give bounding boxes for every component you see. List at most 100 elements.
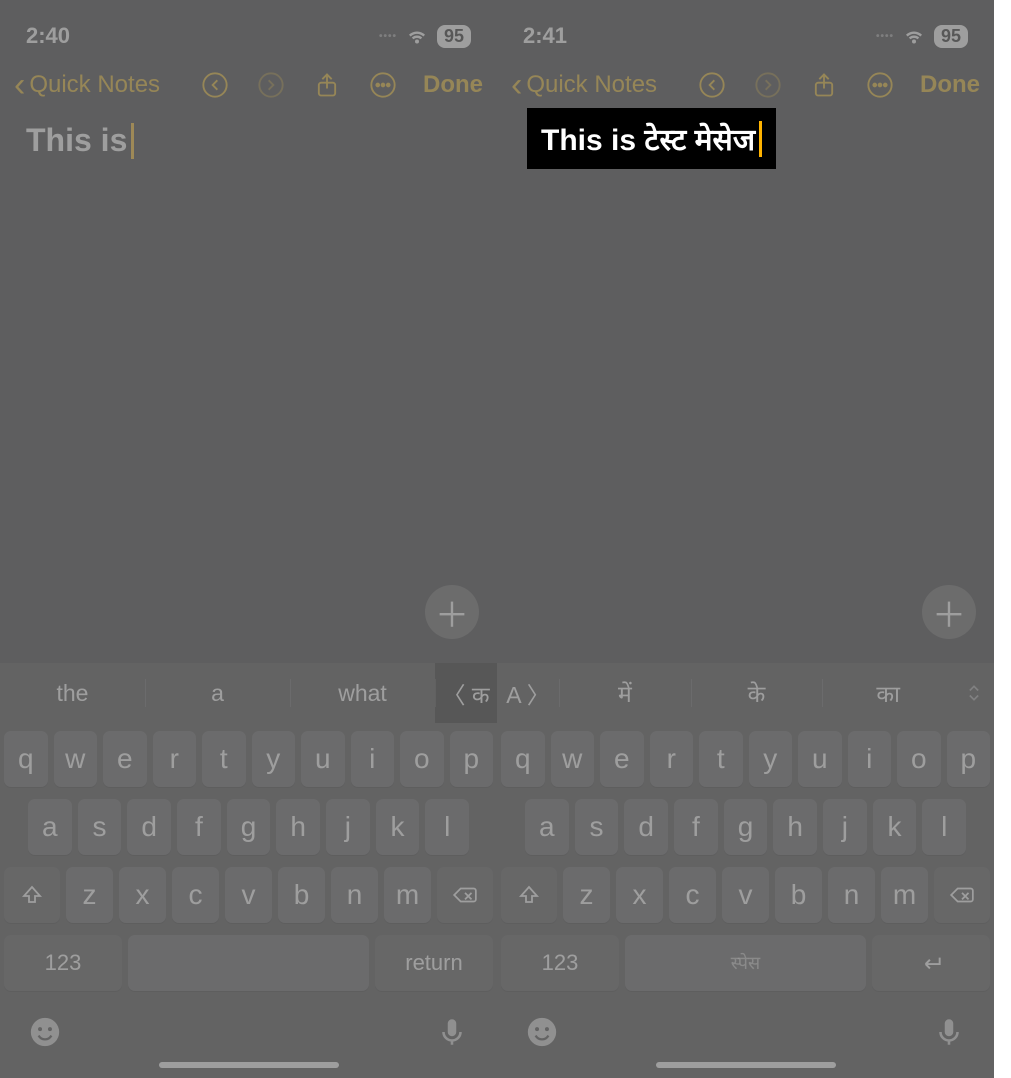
nav-bar: ‹ Quick Notes Done [0, 58, 497, 118]
key-b[interactable]: b [278, 867, 325, 923]
key-y[interactable]: y [749, 731, 793, 787]
key-r[interactable]: r [650, 731, 694, 787]
suggestion[interactable]: का [822, 663, 954, 723]
key-f[interactable]: f [177, 799, 221, 855]
suggestion[interactable]: what [290, 663, 435, 723]
redo-button[interactable] [255, 69, 287, 101]
status-bar: 2:40 •••• 95 [0, 0, 497, 58]
return-key[interactable] [872, 935, 990, 991]
undo-button[interactable] [696, 69, 728, 101]
dictation-button[interactable] [932, 1015, 966, 1054]
backspace-key[interactable] [437, 867, 493, 923]
key-z[interactable]: z [66, 867, 113, 923]
key-t[interactable]: t [202, 731, 246, 787]
note-content[interactable]: ＋ [497, 118, 994, 663]
key-z[interactable]: z [563, 867, 610, 923]
key-d[interactable]: d [127, 799, 171, 855]
backspace-key[interactable] [934, 867, 990, 923]
dictation-button[interactable] [435, 1015, 469, 1054]
key-n[interactable]: n [828, 867, 875, 923]
key-d[interactable]: d [624, 799, 668, 855]
suggestion[interactable]: में [559, 663, 691, 723]
add-button[interactable]: ＋ [425, 585, 479, 639]
note-content[interactable]: This is ＋ [0, 118, 497, 663]
suggestion[interactable]: के [691, 663, 823, 723]
home-indicator[interactable] [656, 1062, 836, 1068]
language-toggle[interactable]: 〈 क [435, 663, 497, 723]
key-k[interactable]: k [376, 799, 420, 855]
key-j[interactable]: j [326, 799, 370, 855]
key-c[interactable]: c [669, 867, 716, 923]
key-o[interactable]: o [400, 731, 444, 787]
key-x[interactable]: x [119, 867, 166, 923]
shift-key[interactable] [501, 867, 557, 923]
key-l[interactable]: l [425, 799, 469, 855]
more-button[interactable] [864, 69, 896, 101]
key-m[interactable]: m [384, 867, 431, 923]
back-button[interactable]: ‹ Quick Notes [511, 68, 657, 102]
back-button[interactable]: ‹ Quick Notes [14, 68, 160, 102]
shift-key[interactable] [4, 867, 60, 923]
key-w[interactable]: w [551, 731, 595, 787]
key-v[interactable]: v [225, 867, 272, 923]
key-i[interactable]: i [351, 731, 395, 787]
key-j[interactable]: j [823, 799, 867, 855]
key-a[interactable]: a [28, 799, 72, 855]
key-l[interactable]: l [922, 799, 966, 855]
add-button[interactable]: ＋ [922, 585, 976, 639]
done-button[interactable]: Done [920, 71, 980, 99]
key-x[interactable]: x [616, 867, 663, 923]
suggestion[interactable]: the [0, 663, 145, 723]
key-h[interactable]: h [276, 799, 320, 855]
share-button[interactable] [311, 69, 343, 101]
key-c[interactable]: c [172, 867, 219, 923]
key-k[interactable]: k [873, 799, 917, 855]
key-q[interactable]: q [501, 731, 545, 787]
key-p[interactable]: p [450, 731, 494, 787]
key-a[interactable]: a [525, 799, 569, 855]
key-s[interactable]: s [575, 799, 619, 855]
key-g[interactable]: g [724, 799, 768, 855]
expand-suggestions-icon[interactable] [954, 663, 994, 723]
back-label: Quick Notes [526, 71, 657, 99]
emoji-button[interactable] [28, 1015, 62, 1054]
key-s[interactable]: s [78, 799, 122, 855]
undo-button[interactable] [199, 69, 231, 101]
space-key[interactable]: स्पेस [625, 935, 866, 991]
key-o[interactable]: o [897, 731, 941, 787]
home-indicator[interactable] [159, 1062, 339, 1068]
key-p[interactable]: p [947, 731, 991, 787]
numbers-key[interactable]: 123 [4, 935, 122, 991]
key-t[interactable]: t [699, 731, 743, 787]
key-q[interactable]: q [4, 731, 48, 787]
key-h[interactable]: h [773, 799, 817, 855]
numbers-key[interactable]: 123 [501, 935, 619, 991]
key-v[interactable]: v [722, 867, 769, 923]
done-button[interactable]: Done [423, 71, 483, 99]
key-m[interactable]: m [881, 867, 928, 923]
key-u[interactable]: u [301, 731, 345, 787]
key-i[interactable]: i [848, 731, 892, 787]
suggestion-bar: A 〉 में के का [497, 663, 994, 723]
key-e[interactable]: e [103, 731, 147, 787]
more-button[interactable] [367, 69, 399, 101]
key-f[interactable]: f [674, 799, 718, 855]
emoji-button[interactable] [525, 1015, 559, 1054]
key-y[interactable]: y [252, 731, 296, 787]
return-key[interactable]: return [375, 935, 493, 991]
key-r[interactable]: r [153, 731, 197, 787]
suggestion[interactable]: a [145, 663, 290, 723]
space-key[interactable] [128, 935, 369, 991]
redo-button[interactable] [752, 69, 784, 101]
keyboard: A 〉 में के का q w e r t y u i o [497, 663, 994, 1078]
key-w[interactable]: w [54, 731, 98, 787]
share-button[interactable] [808, 69, 840, 101]
key-n[interactable]: n [331, 867, 378, 923]
key-b[interactable]: b [775, 867, 822, 923]
key-g[interactable]: g [227, 799, 271, 855]
language-toggle[interactable]: A 〉 [497, 663, 559, 723]
key-u[interactable]: u [798, 731, 842, 787]
text-cursor [131, 123, 134, 159]
key-e[interactable]: e [600, 731, 644, 787]
wifi-icon [405, 21, 429, 51]
